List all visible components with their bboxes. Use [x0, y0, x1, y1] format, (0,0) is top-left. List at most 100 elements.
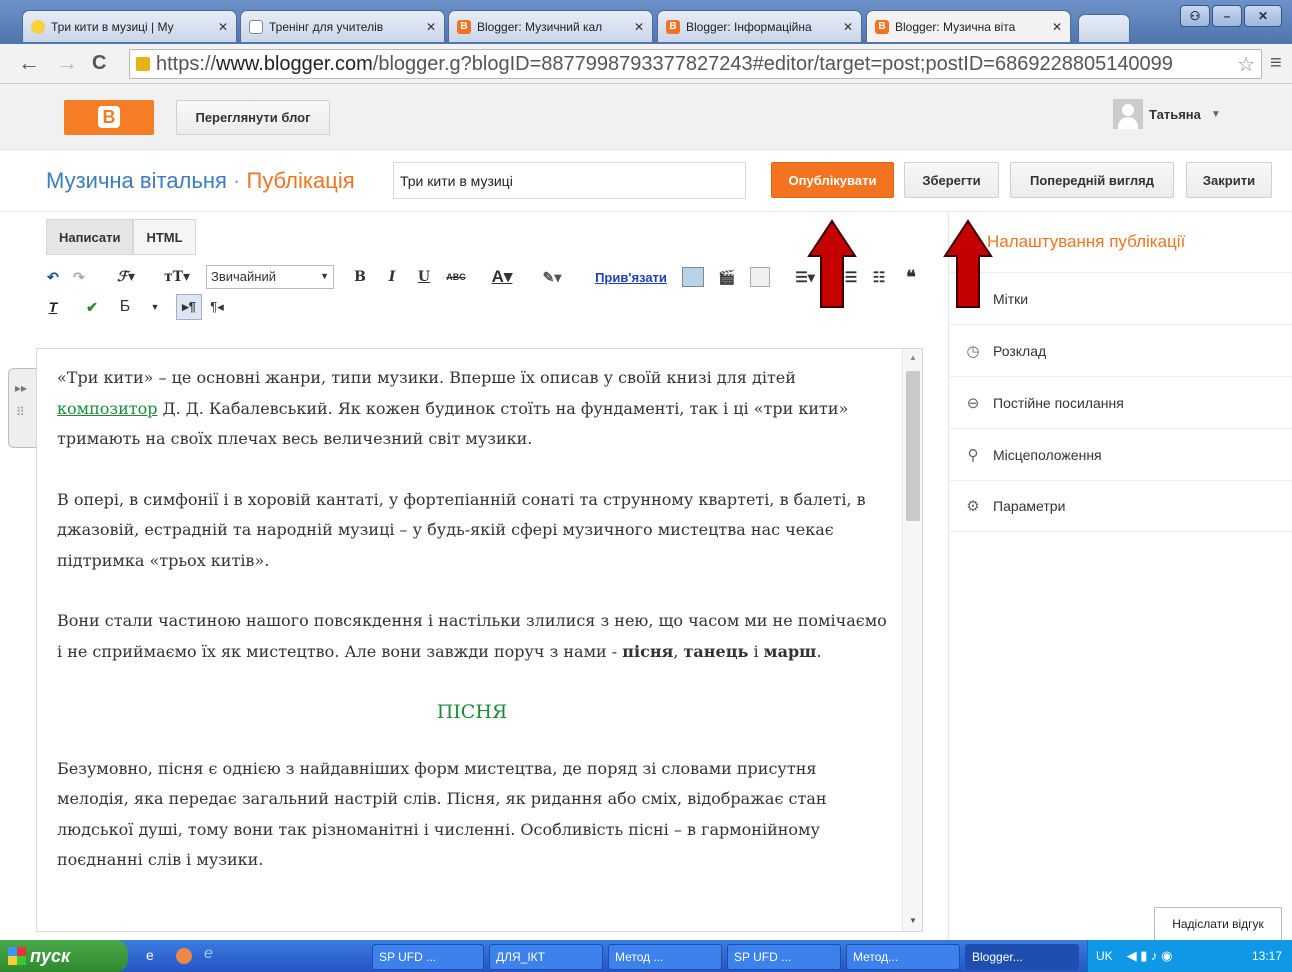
- new-tab-button[interactable]: [1078, 14, 1130, 42]
- close-button[interactable]: Закрити: [1186, 162, 1272, 198]
- sidebar-item-labels[interactable]: ◆ Мітки: [949, 272, 1292, 324]
- text-color-icon[interactable]: A▾: [484, 266, 520, 288]
- back-arrow-icon[interactable]: ←: [18, 52, 40, 74]
- formatting-toolbar: ↶ ↷ ℱ▾ тT▾ Звичайний B I U ABC A▾ ✎▾ При…: [40, 262, 940, 322]
- blog-name[interactable]: Музична вітальня: [46, 168, 227, 193]
- language-indicator[interactable]: UK: [1096, 949, 1113, 963]
- section-name: Публікація: [246, 168, 355, 193]
- rtl-icon[interactable]: ¶◂: [208, 296, 226, 318]
- minimize-icon[interactable]: –: [1212, 5, 1242, 27]
- forward-arrow-icon[interactable]: →: [56, 52, 78, 74]
- video-icon[interactable]: 🎬: [716, 266, 738, 288]
- taskbar-item[interactable]: SP UFD ...: [727, 944, 841, 970]
- highlight-color-icon[interactable]: ✎▾: [534, 266, 570, 288]
- url-path: /blogger.g?blogID=8877998793377827243#ed…: [372, 52, 1173, 75]
- link-button[interactable]: Прив'язати: [588, 266, 674, 288]
- start-button[interactable]: пуск: [0, 940, 128, 972]
- blogger-icon: B: [666, 19, 680, 34]
- strikethrough-icon[interactable]: ABC: [444, 266, 468, 288]
- windows-logo-icon: [8, 947, 26, 965]
- taskbar-item[interactable]: ДЛЯ_ІКТ: [489, 944, 603, 970]
- input-tools-icon[interactable]: Б: [116, 296, 134, 318]
- bold-icon[interactable]: B: [352, 266, 368, 288]
- publish-button[interactable]: Опублікувати: [771, 162, 894, 198]
- view-blog-button[interactable]: Переглянути блог: [176, 100, 330, 135]
- jump-break-icon[interactable]: [750, 267, 770, 287]
- italic-icon[interactable]: I: [384, 266, 400, 288]
- tab-html[interactable]: HTML: [133, 219, 196, 255]
- post-title-input[interactable]: [393, 162, 746, 199]
- post-editor[interactable]: «Три кити» – це основні жанри, типи музи…: [36, 348, 923, 932]
- tab-compose[interactable]: Написати: [46, 219, 134, 255]
- image-icon[interactable]: [682, 267, 704, 287]
- browser-tab-active[interactable]: B Blogger: Музична віта ✕: [866, 10, 1071, 42]
- scroll-down-icon[interactable]: ▼: [909, 916, 917, 925]
- chevron-down-icon[interactable]: ▼: [148, 296, 162, 318]
- sidebar-item-label: Мітки: [993, 290, 1029, 307]
- sidebar-item-label: Розклад: [993, 342, 1047, 359]
- browser-tab[interactable]: Тренінг для учителів ✕: [240, 10, 445, 42]
- user-name: Татьяна: [1149, 106, 1201, 122]
- sidebar-item-label: Постійне посилання: [993, 394, 1124, 411]
- send-feedback-button[interactable]: Надіслати відгук: [1154, 907, 1282, 941]
- save-button[interactable]: Зберегти: [904, 162, 999, 198]
- browser-tab[interactable]: B Blogger: Інформаційна ✕: [657, 10, 862, 42]
- tray-icons[interactable]: ◀ ▮ ♪ ◉: [1127, 948, 1173, 964]
- red-arrow-up-icon: [943, 219, 993, 308]
- close-icon[interactable]: ✕: [1052, 20, 1062, 34]
- clear-format-icon[interactable]: T: [44, 296, 62, 318]
- taskbar-item[interactable]: Метод...: [846, 944, 960, 970]
- quicklaunch-ie-icon[interactable]: e: [146, 947, 154, 963]
- link-icon: ⊖: [966, 394, 980, 412]
- chevron-down-icon: ▼: [1210, 108, 1221, 120]
- taskbar-item[interactable]: SP UFD ...: [372, 944, 484, 970]
- quicklaunch-chrome-icon[interactable]: [176, 948, 192, 964]
- undo-icon[interactable]: ↶: [44, 266, 62, 288]
- font-size-icon[interactable]: тT▾: [158, 266, 196, 288]
- title-separator: ·: [233, 168, 241, 193]
- tab-label: Blogger: Інформаційна: [686, 19, 812, 34]
- taskbar-item-active[interactable]: Blogger...: [965, 944, 1079, 970]
- ltr-icon[interactable]: ▸¶: [176, 294, 202, 320]
- bookmark-star-icon[interactable]: ☆: [1237, 52, 1255, 77]
- music-note-icon: [31, 19, 45, 34]
- editor-scrollbar[interactable]: ▲ ▼: [902, 349, 922, 931]
- composer-link[interactable]: композитор: [57, 399, 158, 418]
- sidebar-item-location[interactable]: ⚲ Місцеположення: [949, 428, 1292, 480]
- font-family-icon[interactable]: ℱ▾: [112, 266, 140, 288]
- scroll-up-icon[interactable]: ▲: [909, 353, 917, 362]
- blogger-logo[interactable]: B: [64, 100, 154, 135]
- reload-icon[interactable]: C: [92, 52, 106, 74]
- taskbar-item[interactable]: Метод ...: [608, 944, 722, 970]
- post-title-row: Музична вітальня · Публікація Опублікува…: [0, 150, 1292, 212]
- browser-tab[interactable]: Три кити в музиці | Му ✕: [22, 10, 237, 42]
- scrollbar-thumb[interactable]: [906, 371, 920, 521]
- user-menu[interactable]: Татьяна ▼: [1113, 99, 1221, 129]
- redo-icon[interactable]: ↷: [70, 266, 88, 288]
- sidebar-item-permalink[interactable]: ⊖ Постійне посилання: [949, 376, 1292, 428]
- sidebar-item-options[interactable]: ⚙ Параметри: [949, 480, 1292, 532]
- bullet-list-icon[interactable]: ☷: [870, 266, 888, 288]
- browser-tab[interactable]: B Blogger: Музичний кал ✕: [448, 10, 653, 42]
- user-icon[interactable]: ⚇: [1180, 5, 1210, 27]
- spellcheck-icon[interactable]: ✔: [82, 296, 102, 318]
- preview-button[interactable]: Попередній вигляд: [1010, 162, 1174, 198]
- menu-icon[interactable]: ≡: [1270, 52, 1282, 74]
- editor-content[interactable]: «Три кити» – це основні жанри, типи музи…: [57, 363, 887, 906]
- close-icon[interactable]: ✕: [426, 20, 436, 34]
- sidebar-item-schedule[interactable]: ◷ Розклад: [949, 324, 1292, 376]
- quicklaunch-browser-icon[interactable]: e: [204, 945, 213, 963]
- underline-icon[interactable]: U: [416, 266, 432, 288]
- heading-style-select[interactable]: Звичайний: [206, 265, 334, 289]
- tab-label: Blogger: Музичний кал: [477, 19, 603, 34]
- close-icon[interactable]: ✕: [218, 20, 228, 34]
- address-bar[interactable]: https://www.blogger.com/blogger.g?blogID…: [129, 49, 1262, 79]
- system-tray: UK ◀ ▮ ♪ ◉ 13:17: [1087, 940, 1292, 972]
- quote-icon[interactable]: ❝: [900, 266, 922, 288]
- paragraph: В опері, в симфонії і в хоровій кантаті,…: [57, 489, 866, 570]
- close-icon[interactable]: ✕: [843, 20, 853, 34]
- close-window-icon[interactable]: ✕: [1244, 5, 1282, 27]
- bold-text: пісня: [622, 641, 674, 661]
- tab-label: Blogger: Музична віта: [895, 19, 1016, 34]
- close-icon[interactable]: ✕: [634, 20, 644, 34]
